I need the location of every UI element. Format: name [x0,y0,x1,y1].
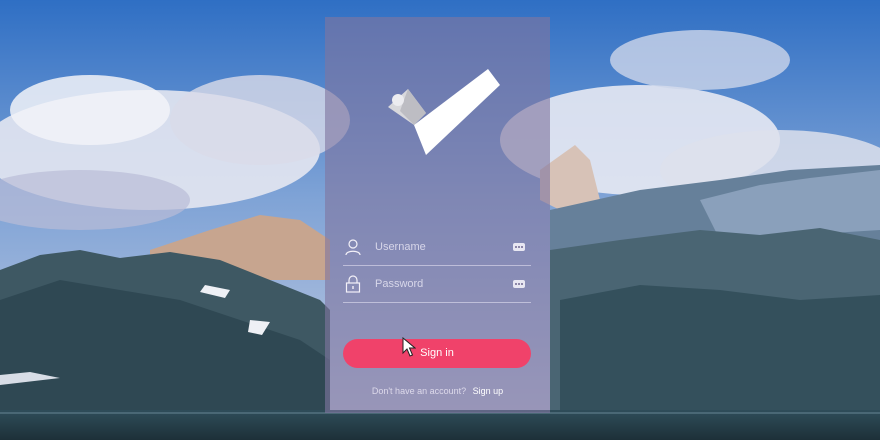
lock-icon [345,275,361,293]
dots-icon[interactable] [513,243,525,251]
username-field[interactable] [343,229,531,266]
signup-prompt: Don't have an account? Sign up [325,386,550,396]
username-input[interactable] [375,237,505,257]
signup-question: Don't have an account? [371,386,467,396]
sign-up-link[interactable]: Sign up [473,386,504,396]
password-field[interactable] [343,266,531,303]
checkmark-logo-icon [388,69,500,155]
mouse-pointer-icon [402,337,416,357]
user-icon [345,239,361,256]
sign-in-button[interactable]: Sign in [343,339,531,368]
password-input[interactable] [375,274,505,294]
dots-icon[interactable] [513,280,525,288]
